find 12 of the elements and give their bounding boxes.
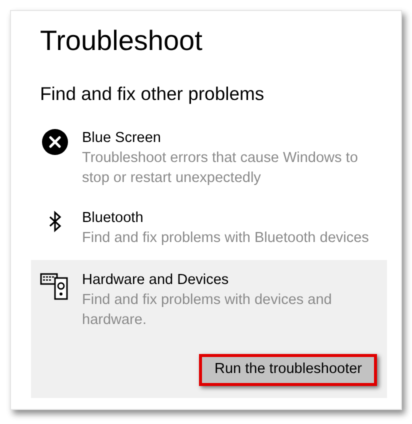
item-description: Troubleshoot errors that cause Windows to stop or restart unexpectedly [82,149,359,188]
troubleshooter-item[interactable]: Hardware and Devices Find and fix problems with devices and hardware. Run the troubleshooter [31,260,387,398]
keyboard-speaker-icon [40,271,70,301]
item-description: Find and fix problems with Bluetooth devices [82,229,370,248]
error-icon [42,129,68,155]
run-troubleshooter-button[interactable]: Run the troubleshooter [199,354,377,386]
section-heading: Find and fix other problems [40,82,264,106]
item-title: Blue Screen [82,129,161,148]
item-title: Bluetooth [82,209,144,228]
item-title: Hardware and Devices [82,271,229,290]
page-title: Troubleshoot [40,24,202,58]
item-description: Find and fix problems with devices and hardware. [82,291,333,330]
